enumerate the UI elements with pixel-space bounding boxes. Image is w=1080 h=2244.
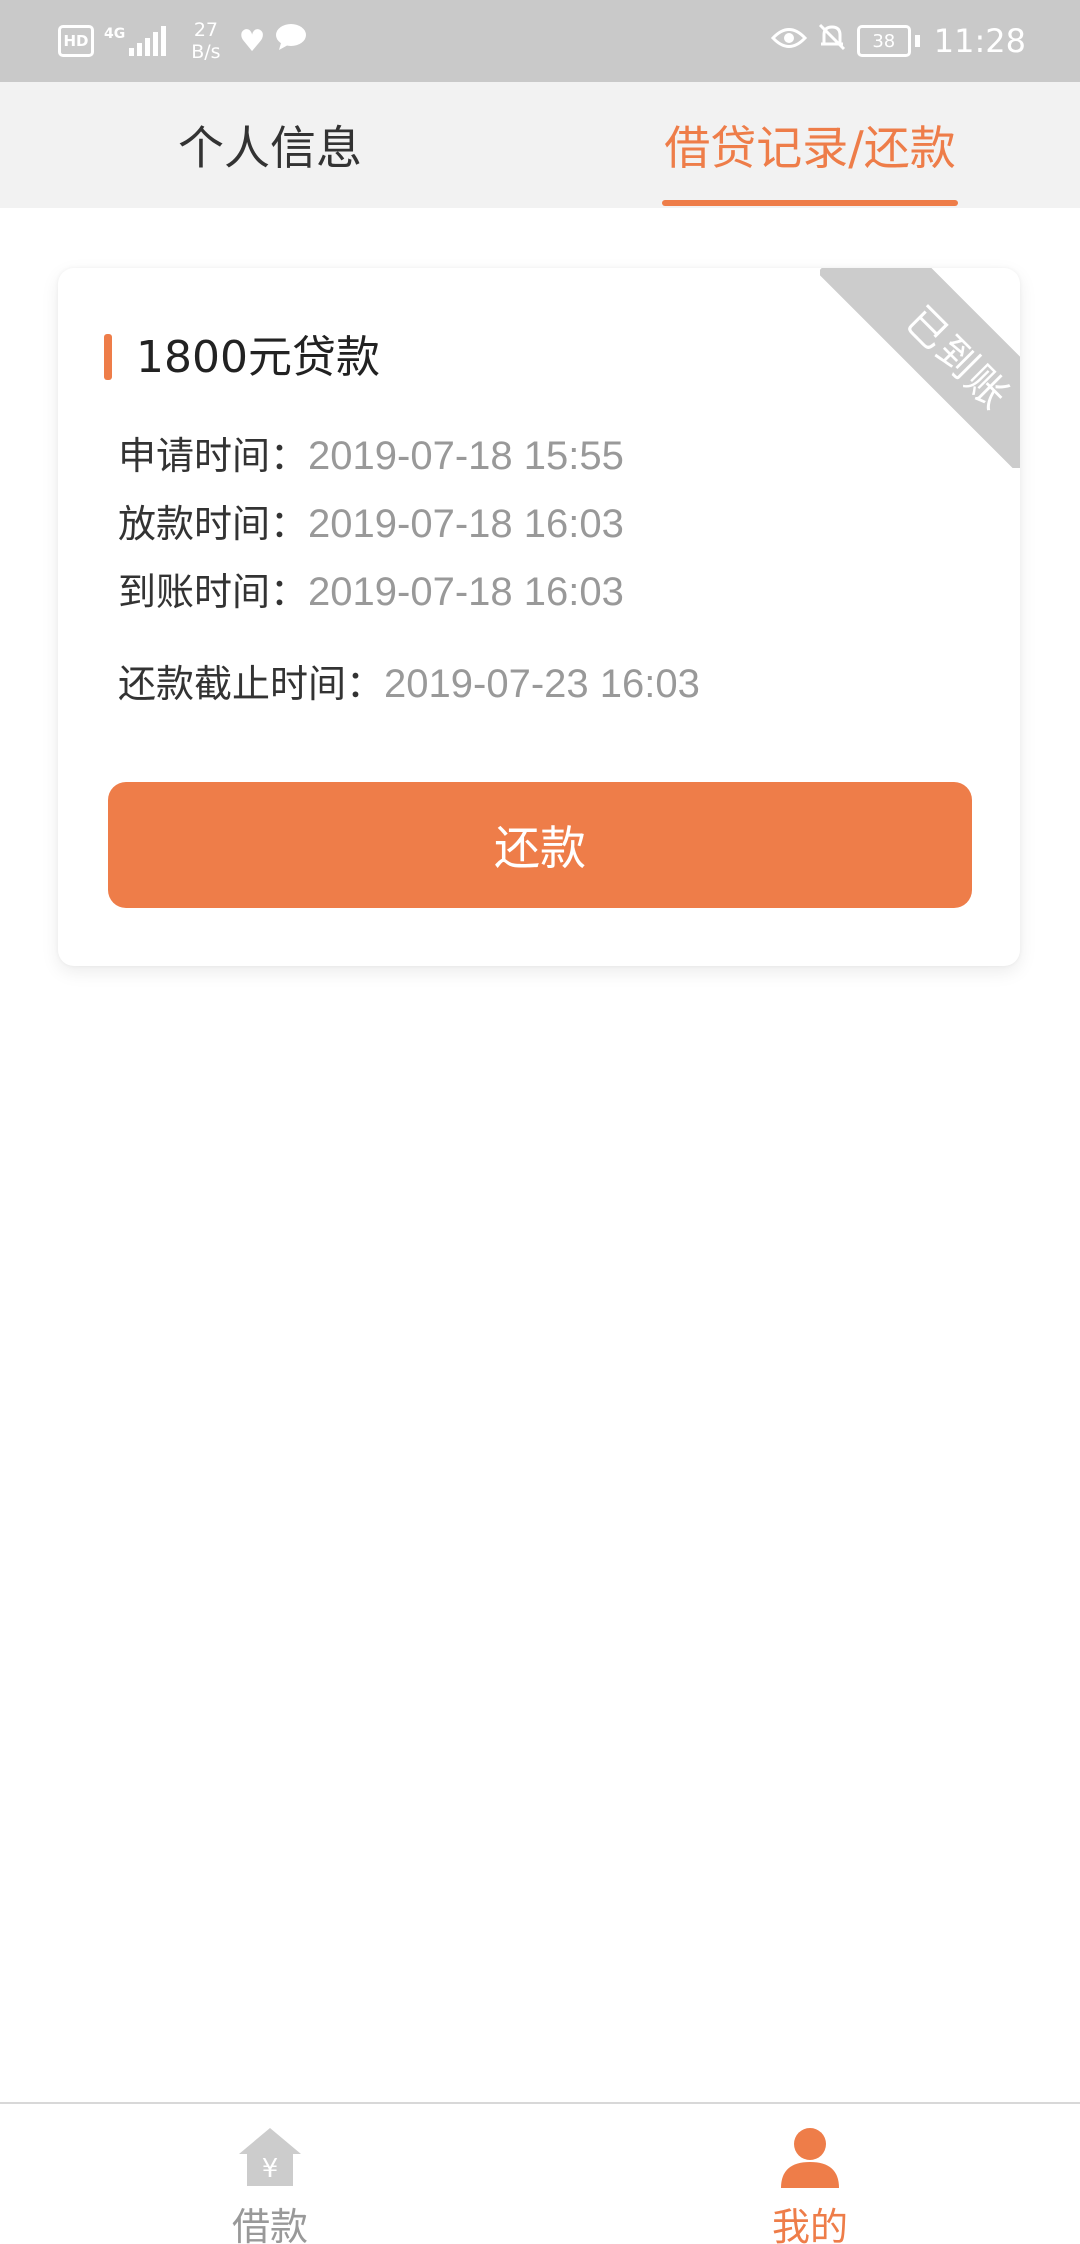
deadline-row: 还款截止时间：2019-07-23 16:03: [118, 658, 700, 710]
nav-loan-label: 借款: [231, 2205, 308, 2244]
network-speed-value: 27: [193, 19, 218, 41]
apply-time-value: 2019-07-18 15:55: [308, 434, 624, 478]
battery-tip: [914, 35, 920, 47]
release-time-label: 放款时间：: [118, 502, 309, 546]
repay-button[interactable]: 还款: [108, 782, 972, 908]
message-icon: [275, 23, 307, 59]
battery-icon: 38: [856, 25, 911, 57]
status-bar-left: HD 4G 27 B/s ♥: [58, 16, 317, 66]
app-screen: HD 4G 27 B/s ♥ 38 11:28 个人信息 借贷记录/还款 已到账…: [0, 0, 1080, 2244]
arrival-time-row: 到账时间：2019-07-18 16:03: [118, 566, 624, 618]
network-speed-unit: B/s: [191, 41, 221, 63]
network-type: 4G: [104, 26, 126, 42]
apply-time-row: 申请时间：2019-07-18 15:55: [118, 430, 624, 482]
release-time-value: 2019-07-18 16:03: [308, 502, 624, 546]
status-ribbon-label: 已到账: [820, 268, 1020, 468]
title-accent-bar: [104, 334, 112, 380]
signal-icon: [129, 26, 169, 56]
status-bar: HD 4G 27 B/s ♥ 38 11:28: [0, 0, 1080, 82]
loan-card: 已到账 1800元贷款 申请时间：2019-07-18 15:55 放款时间：2…: [58, 268, 1020, 966]
user-icon: [779, 2126, 841, 2192]
active-tab-indicator: [662, 200, 958, 206]
loan-title: 1800元贷款: [136, 332, 380, 383]
arrival-time-label: 到账时间：: [118, 570, 309, 614]
eye-icon: [770, 24, 807, 59]
deadline-label: 还款截止时间：: [118, 662, 385, 706]
nav-mine-label: 我的: [771, 2205, 848, 2244]
apply-time-label: 申请时间：: [118, 434, 309, 478]
nav-mine[interactable]: 我的: [690, 2104, 930, 2244]
bell-off-icon: [817, 22, 847, 60]
status-ribbon: 已到账: [820, 268, 1020, 468]
svg-text:¥: ¥: [262, 2154, 279, 2184]
tab-personal-info[interactable]: 个人信息: [130, 82, 410, 208]
clock: 11:28: [933, 22, 1026, 60]
network-speed: 27 B/s: [191, 19, 220, 63]
nav-loan[interactable]: ¥ 借款: [150, 2104, 390, 2244]
house-yen-icon: ¥: [237, 2126, 303, 2192]
status-bar-right: 38 11:28: [770, 16, 1026, 66]
tab-loan-records[interactable]: 借贷记录/还款: [662, 82, 958, 208]
hd-icon: HD: [58, 25, 94, 57]
top-tab-bar: 个人信息 借贷记录/还款: [0, 82, 1080, 208]
release-time-row: 放款时间：2019-07-18 16:03: [118, 498, 624, 550]
arrival-time-value: 2019-07-18 16:03: [308, 570, 624, 614]
bottom-nav: ¥ 借款 我的: [0, 2102, 1080, 2244]
deadline-value: 2019-07-23 16:03: [384, 662, 700, 706]
health-icon: ♥: [238, 23, 266, 59]
